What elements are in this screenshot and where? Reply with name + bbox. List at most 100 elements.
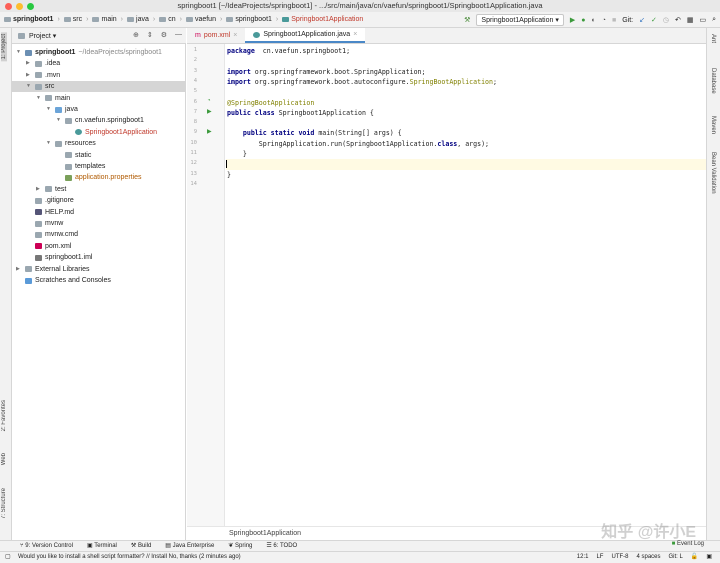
code-line: SpringApplication.run(Springboot1Applica… <box>227 139 489 149</box>
toolwindow-build[interactable]: ⚒ Build <box>131 541 151 551</box>
git-update-icon[interactable]: ↙ <box>639 16 645 24</box>
tab-web[interactable]: Web <box>1 453 7 465</box>
tree-item[interactable]: ▶ External Libraries <box>12 264 186 275</box>
close-icon[interactable]: × <box>233 28 237 44</box>
bean-icon[interactable]: ◔ <box>207 98 211 104</box>
tab-ant[interactable]: Ant <box>710 34 716 43</box>
run-config-select[interactable]: Springboot1Application ▾ <box>476 14 564 26</box>
code-token: @SpringBootApplication <box>227 98 315 107</box>
tree-item[interactable]: ▶ test <box>12 184 186 195</box>
tab-bean-validation[interactable]: Bean Validation <box>710 152 716 194</box>
tree-item-label: mvnw.cmd <box>45 231 79 239</box>
project-view-select[interactable]: Project ▾ <box>29 32 56 40</box>
notification-icon[interactable]: ▢ <box>5 552 11 563</box>
line-separator[interactable]: LF <box>596 552 603 563</box>
tree-item[interactable]: ▼ java <box>12 104 186 115</box>
git-commit-icon[interactable]: ✓ <box>651 16 657 24</box>
expand-arrow-icon[interactable]: ▶ <box>26 58 32 69</box>
run-icon[interactable]: ▶ <box>570 16 575 24</box>
close-icon[interactable]: × <box>353 27 357 43</box>
breadcrumb-item[interactable]: src <box>63 16 82 23</box>
toolwindow-spring[interactable]: ❦ Spring <box>228 541 252 551</box>
search-icon[interactable]: ⌕ <box>712 16 716 24</box>
revert-icon[interactable]: ↶ <box>675 16 681 24</box>
code-editor[interactable]: package cn.vaefun.springboot1; import org… <box>226 44 706 526</box>
caret-position[interactable]: 12:1 <box>577 552 589 563</box>
breadcrumb-item[interactable]: main <box>92 16 117 23</box>
tree-item[interactable]: ▼ src <box>12 81 186 93</box>
tab-structure[interactable]: 7: Structure <box>1 488 7 519</box>
expand-arrow-icon[interactable]: ▶ <box>36 184 42 195</box>
tab-springboot1application-java[interactable]: Springboot1Application.java × <box>245 27 366 43</box>
build-icon[interactable]: ⚒ <box>464 16 470 24</box>
expand-arrow-icon[interactable]: ▼ <box>36 93 42 104</box>
tree-item[interactable]: ▼ cn.vaefun.springboot1 <box>12 115 186 126</box>
minimize-button[interactable] <box>16 3 23 10</box>
code-token: package <box>227 47 255 55</box>
breadcrumb-item[interactable]: Springboot1Application <box>282 16 363 23</box>
tree-item[interactable]: ▼ springboot1 ~/IdeaProjects/springboot1 <box>12 47 186 58</box>
indent-setting[interactable]: 4 spaces <box>636 552 660 563</box>
expand-arrow-icon[interactable]: ▼ <box>16 47 22 58</box>
tree-item[interactable]: application.properties <box>12 172 186 183</box>
stop-icon[interactable]: ■ <box>612 17 616 24</box>
tree-item[interactable]: mvnw.cmd <box>12 229 186 240</box>
expand-arrow-icon[interactable]: ▶ <box>16 264 22 275</box>
toolwindow-6-todo[interactable]: ☰ 6: TODO <box>266 541 297 551</box>
code-token: } <box>227 170 231 179</box>
toolwindow-9-version-control[interactable]: ⑂ 9: Version Control <box>20 541 73 551</box>
expand-arrow-icon[interactable]: ▼ <box>46 138 52 149</box>
tab-favorites[interactable]: 2: Favorites <box>1 400 7 431</box>
run-gutter-icon[interactable]: ▶ <box>207 128 212 135</box>
vcs-branch[interactable]: Git: L <box>669 552 683 563</box>
breadcrumb-item[interactable]: springboot1 <box>4 16 53 23</box>
tree-item[interactable]: templates <box>12 161 186 172</box>
git-history-icon[interactable]: ◷ <box>663 16 669 24</box>
profile-icon[interactable]: ◔ <box>602 17 606 24</box>
maximize-button[interactable] <box>27 3 34 10</box>
status-message[interactable]: Would you like to install a shell script… <box>18 554 241 560</box>
tree-item[interactable]: springboot1.iml <box>12 252 186 263</box>
tree-item[interactable]: Springboot1Application <box>12 127 186 138</box>
tab-pom-xml[interactable]: m pom.xml × <box>187 28 245 43</box>
tree-item[interactable]: ▼ main <box>12 93 186 104</box>
file-encoding[interactable]: UTF-8 <box>611 552 628 563</box>
layout-icon[interactable]: ▭ <box>699 16 706 24</box>
debug-icon[interactable]: ● <box>581 17 585 24</box>
tab-maven[interactable]: Maven <box>710 116 716 134</box>
expand-arrow-icon[interactable]: ▼ <box>26 81 32 92</box>
expand-arrow-icon[interactable]: ▼ <box>56 115 62 126</box>
locate-icon[interactable]: ⊕ <box>133 31 139 39</box>
code-token: main(String[] args) { <box>314 129 402 138</box>
hide-icon[interactable]: — <box>175 31 182 39</box>
close-button[interactable] <box>5 3 12 10</box>
tree-item[interactable]: pom.xml <box>12 241 186 252</box>
tab-project[interactable]: 1: Project <box>1 32 7 62</box>
gear-icon[interactable]: ⚙ <box>161 31 167 39</box>
tree-item[interactable]: mvnw <box>12 218 186 229</box>
tree-item[interactable]: ▶ .mvn <box>12 70 186 81</box>
tree-item[interactable]: ▼ resources <box>12 138 186 149</box>
code-token: public class <box>227 108 275 117</box>
coverage-icon[interactable]: ◐ <box>592 17 596 24</box>
tree-item[interactable]: HELP.md <box>12 207 186 218</box>
expand-arrow-icon[interactable]: ▼ <box>46 104 52 115</box>
breadcrumb-item[interactable]: java <box>127 16 149 23</box>
project-structure-icon[interactable]: ▦ <box>687 16 694 24</box>
expand-arrow-icon[interactable]: ▶ <box>26 70 32 81</box>
tab-database[interactable]: Database <box>710 68 716 94</box>
toolwindow-java-enterprise[interactable]: ▤ Java Enterprise <box>165 541 214 551</box>
tree-item[interactable]: .gitignore <box>12 195 186 206</box>
tree-item[interactable]: static <box>12 150 186 161</box>
tree-item[interactable]: ▶ .idea <box>12 58 186 69</box>
collapse-icon[interactable]: ⇕ <box>147 31 153 39</box>
lock-icon[interactable]: 🔓 <box>691 552 698 563</box>
breadcrumb-item[interactable]: cn <box>159 16 176 23</box>
toolwindow-terminal[interactable]: ▣ Terminal <box>87 541 117 551</box>
run-gutter-icon[interactable]: ▶ <box>207 108 212 115</box>
breadcrumb-item[interactable]: vaefun <box>185 16 216 23</box>
memory-icon[interactable]: ▣ <box>706 552 712 563</box>
breadcrumb-item[interactable]: springboot1 <box>226 16 272 23</box>
tree-item-label: test <box>55 185 67 193</box>
tree-item[interactable]: Scratches and Consoles <box>12 275 186 286</box>
